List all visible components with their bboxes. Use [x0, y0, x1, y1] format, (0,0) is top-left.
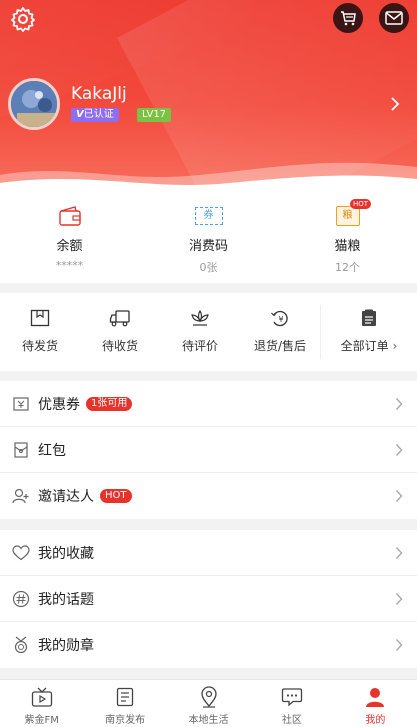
cat-food-icon-text: 粮	[342, 210, 353, 221]
document-icon	[116, 687, 134, 707]
truck-icon	[109, 310, 130, 327]
wallet-cat-food[interactable]: 粮 HOT 猫粮 12个	[278, 193, 417, 283]
menu-label: 我的勋章	[38, 638, 94, 654]
header-wave	[0, 162, 417, 193]
chevron-right-icon	[395, 444, 403, 456]
order-label: 待发货	[21, 339, 58, 353]
menu-label: 我的话题	[38, 591, 94, 608]
level-badge: LV17	[137, 108, 172, 122]
hot-tag: HOT	[100, 489, 132, 503]
order-shortcuts: 待发货 待收货 待评价 ¥ 退货/售后 全部订单 ›	[0, 293, 417, 371]
tab-label: 南京发布	[105, 715, 146, 726]
menu-group-personal: 我的收藏 我的话题 我的勋章	[0, 530, 417, 668]
verified-badge: V已认证	[71, 108, 119, 122]
menu-label: 优惠券	[38, 396, 80, 413]
order-pending-receipt[interactable]: 待收货	[80, 293, 160, 371]
hashtag-icon	[12, 590, 30, 608]
wallet-cat-food-value: 12个	[335, 261, 360, 274]
wallet-summary: 余额 ***** 券 消费码 0张 粮 HOT 猫粮 12个	[0, 193, 417, 283]
tab-mine[interactable]: 我的	[334, 680, 417, 727]
chevron-right-icon	[395, 490, 403, 502]
red-packet-icon	[12, 441, 30, 459]
person-icon	[366, 688, 385, 707]
invite-user-icon	[12, 487, 30, 505]
bottom-tab-bar: 紫金FM 南京发布 本地生活 社区 我的	[0, 679, 417, 727]
menu-label: 邀请达人	[38, 489, 94, 505]
settings-gear-icon[interactable]	[10, 6, 36, 32]
chevron-right-icon	[395, 547, 403, 559]
chevron-right-icon	[395, 593, 403, 605]
menu-item-favorites[interactable]: 我的收藏	[0, 530, 417, 576]
tab-nanjing-news[interactable]: 南京发布	[83, 680, 166, 727]
chat-bubble-icon	[281, 688, 303, 707]
menu-item-coupons[interactable]: 优惠券 1张可用	[0, 381, 417, 427]
tab-label: 紫金FM	[24, 715, 59, 726]
all-orders-label: 全部订单	[340, 339, 389, 353]
order-label: 待评价	[181, 339, 218, 353]
menu-item-medals[interactable]: 我的勋章	[0, 622, 417, 668]
tab-label: 本地生活	[188, 715, 229, 726]
review-flower-icon	[191, 309, 209, 326]
order-label: 退货/售后	[253, 339, 307, 353]
avatar-image	[11, 81, 57, 127]
order-refund[interactable]: ¥ 退货/售后	[240, 293, 320, 371]
all-orders-link[interactable]: 全部订单 ›	[320, 305, 417, 359]
coupon-icon	[12, 395, 30, 413]
wallet-voucher-title: 消费码	[188, 239, 228, 254]
wallet-balance-value: *****	[55, 259, 84, 272]
wallet-voucher-value: 0张	[199, 261, 218, 274]
pending-shipment-icon	[30, 309, 50, 327]
tab-community[interactable]: 社区	[250, 680, 333, 727]
menu-label: 我的收藏	[38, 545, 94, 562]
wallet-icon	[58, 206, 81, 226]
medal-icon	[12, 636, 30, 654]
hot-badge: HOT	[350, 199, 372, 209]
verified-v-icon: V	[76, 109, 84, 120]
svg-text:¥: ¥	[278, 315, 283, 324]
profile-header: KakaJlj V已认证 LV17	[0, 0, 417, 193]
messages-button[interactable]	[379, 3, 409, 33]
order-label: 待收货	[101, 339, 138, 353]
menu-label: 红包	[38, 442, 66, 459]
tab-local-life[interactable]: 本地生活	[167, 680, 250, 727]
all-orders-label-wrap: 全部订单 ›	[321, 337, 417, 354]
order-pending-shipment[interactable]: 待发货	[0, 293, 80, 371]
wallet-balance-title: 余额	[56, 239, 83, 254]
tv-icon	[31, 687, 52, 707]
tab-label: 社区	[281, 715, 302, 726]
order-pending-review[interactable]: 待评价	[160, 293, 240, 371]
menu-item-invite[interactable]: 邀请达人 HOT	[0, 473, 417, 519]
cat-food-icon: 粮	[335, 206, 360, 226]
shopping-cart-button[interactable]	[333, 3, 363, 33]
heart-icon	[12, 544, 30, 562]
tab-label: 我的	[365, 715, 386, 726]
shopping-cart-icon	[341, 11, 356, 26]
voucher-icon-text: 券	[203, 210, 214, 221]
chevron-right-icon	[395, 639, 403, 651]
chevron-right-icon: ›	[392, 339, 398, 353]
menu-group-benefits: 优惠券 1张可用 红包 邀请达人 HOT	[0, 381, 417, 519]
tab-zijin-fm[interactable]: 紫金FM	[0, 680, 83, 727]
username: KakaJlj	[71, 84, 127, 104]
location-pin-icon	[200, 686, 217, 708]
verified-label: 已认证	[83, 109, 114, 120]
refund-icon: ¥	[271, 310, 288, 327]
wallet-balance[interactable]: 余额 *****	[0, 193, 139, 283]
wallet-cat-food-title: 猫粮	[334, 239, 361, 254]
envelope-icon	[385, 11, 403, 25]
order-list-icon	[362, 309, 376, 326]
chevron-right-icon	[395, 398, 403, 410]
coupon-count-tag: 1张可用	[86, 396, 133, 411]
menu-item-red-packet[interactable]: 红包	[0, 427, 417, 473]
voucher-icon: 券	[194, 207, 223, 225]
menu-item-topics[interactable]: 我的话题	[0, 576, 417, 622]
wallet-voucher[interactable]: 券 消费码 0张	[139, 193, 278, 283]
avatar[interactable]	[8, 78, 60, 130]
chevron-right-icon[interactable]	[390, 96, 400, 112]
